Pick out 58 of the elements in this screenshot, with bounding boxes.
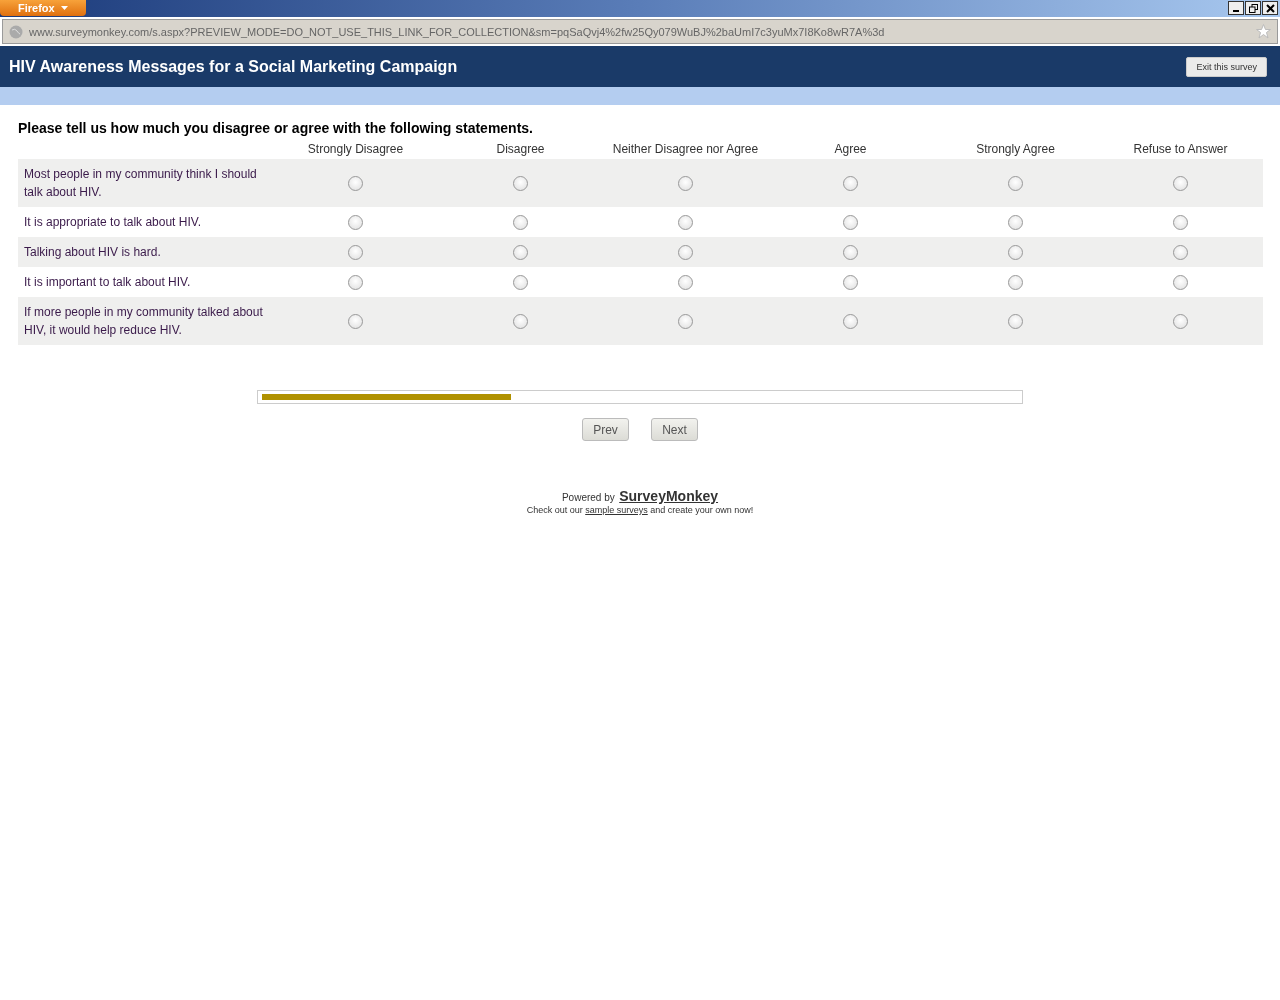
radio-button[interactable]: [1173, 313, 1188, 329]
radio-button[interactable]: [513, 313, 528, 329]
statement-text: Most people in my community think I should talk about HIV.: [18, 159, 273, 207]
url-text: www.surveymonkey.com/s.aspx?PREVIEW_MODE=DO_NOT_USE_THIS_LINK_FOR_COLLECTION&sm=pqSaQvj4%2fw25Qy079WuBJ%2baUmI7c3yuMx7I8Ko8wR7A%3d: [29, 25, 886, 38]
radio-button[interactable]: [1008, 214, 1023, 230]
statement-text: If more people in my community talked about HIV, it would help reduce HIV.: [18, 297, 273, 345]
radio-button[interactable]: [1008, 244, 1023, 260]
survey-title: HIV Awareness Messages for a Social Marketing Campaign: [9, 57, 458, 76]
brand-link[interactable]: SurveyMonkey: [619, 488, 719, 504]
restore-button[interactable]: [1245, 1, 1261, 15]
radio-button[interactable]: [843, 244, 858, 260]
radio-button[interactable]: [1173, 274, 1188, 290]
radio-button[interactable]: [843, 274, 858, 290]
column-heading: Refuse to Answer: [1132, 142, 1229, 158]
radio-button[interactable]: [1173, 214, 1188, 230]
close-icon: [1265, 3, 1275, 13]
radio-button[interactable]: [1008, 175, 1023, 191]
prev-button[interactable]: Prev: [582, 418, 629, 441]
radio-button[interactable]: [513, 244, 528, 260]
next-button[interactable]: Next: [651, 418, 698, 441]
radio-button[interactable]: [843, 175, 858, 191]
statement-text: Talking about HIV is hard.: [18, 237, 273, 267]
powered-by-text: Powered by: [561, 492, 615, 503]
star-icon[interactable]: [1256, 24, 1271, 39]
column-heading: Agree: [833, 142, 868, 158]
column-heading: Disagree: [495, 142, 546, 158]
radio-button[interactable]: [513, 274, 528, 290]
radio-button[interactable]: [513, 175, 528, 191]
restore-icon: [1248, 3, 1258, 13]
radio-button[interactable]: [843, 214, 858, 230]
radio-button[interactable]: [348, 175, 363, 191]
radio-button[interactable]: [348, 274, 363, 290]
column-heading: Strongly Agree: [975, 142, 1056, 158]
radio-button[interactable]: [1173, 244, 1188, 260]
radio-button[interactable]: [348, 244, 363, 260]
radio-button[interactable]: [678, 274, 693, 290]
globe-icon: [9, 24, 23, 39]
caret-icon: [60, 6, 68, 10]
close-button[interactable]: [1262, 1, 1278, 15]
column-heading: Neither Disagree nor Agree: [611, 142, 760, 158]
address-bar[interactable]: www.surveymonkey.com/s.aspx?PREVIEW_MODE=DO_NOT_USE_THIS_LINK_FOR_COLLECTION&sm=pqSaQvj4%2fw25Qy079WuBJ%2baUmI7c3yuMx7I8Ko8wR7A%3d: [2, 19, 1278, 44]
radio-button[interactable]: [678, 313, 693, 329]
sample-surveys-link[interactable]: sample surveys: [585, 505, 648, 515]
radio-button[interactable]: [1008, 274, 1023, 290]
minimize-button[interactable]: [1228, 1, 1244, 15]
radio-button[interactable]: [513, 214, 528, 230]
footer-sentence: Check out our sample surveys and create your own now!: [525, 505, 755, 515]
radio-button[interactable]: [678, 244, 693, 260]
radio-button[interactable]: [1173, 175, 1188, 191]
radio-button[interactable]: [348, 214, 363, 230]
radio-button[interactable]: [678, 214, 693, 230]
column-heading: Strongly Disagree: [306, 142, 405, 158]
radio-button[interactable]: [1008, 313, 1023, 329]
question-prompt: Please tell us how much you disagree or agree with the following statements.: [18, 120, 534, 136]
radio-button[interactable]: [348, 313, 363, 329]
radio-button[interactable]: [843, 313, 858, 329]
exit-survey-button[interactable]: Exit this survey: [1186, 56, 1267, 77]
radio-button[interactable]: [678, 175, 693, 191]
